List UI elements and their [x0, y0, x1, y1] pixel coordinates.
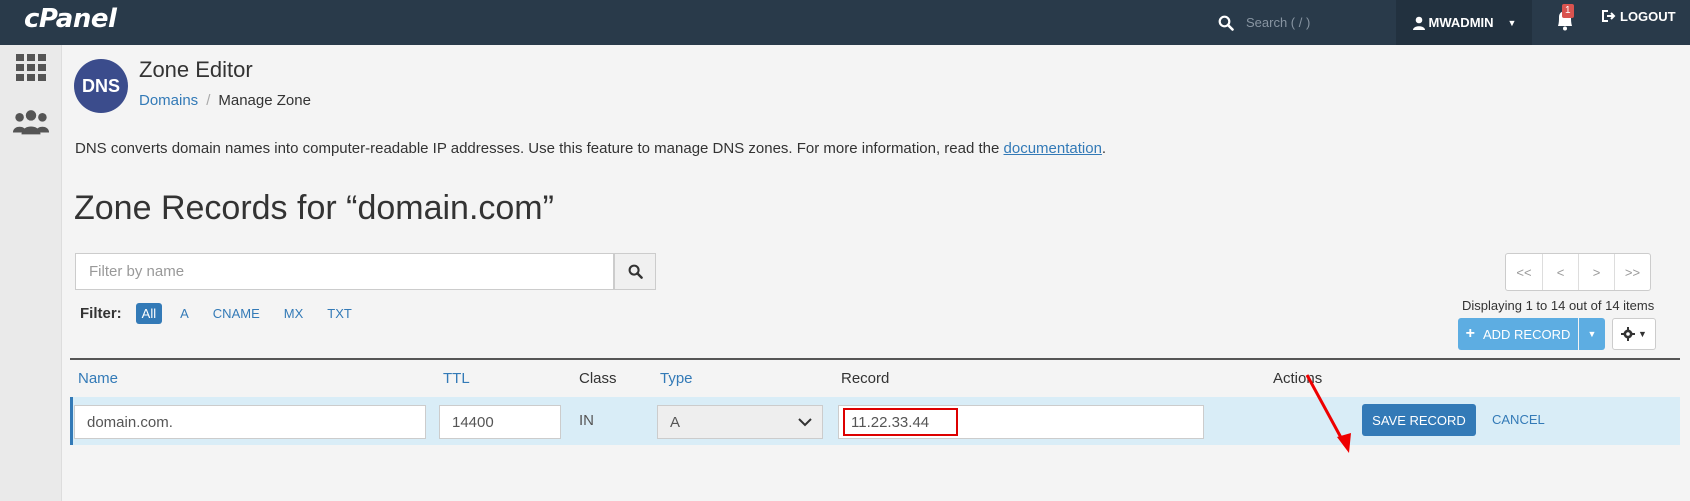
- caret-down-icon: ▼: [1638, 329, 1647, 339]
- username: MWADMIN: [1428, 15, 1494, 30]
- search-icon: [628, 264, 643, 279]
- filter-row: Filter: All A CNAME MX TXT: [80, 303, 370, 324]
- sidebar-item-home[interactable]: [12, 50, 50, 86]
- last-page-button[interactable]: >>: [1614, 254, 1650, 290]
- chevron-down-icon: [798, 418, 812, 427]
- top-navbar: cPanel MWADMIN ▼ 1 LOGOUT: [0, 0, 1690, 45]
- logout-icon: [1602, 10, 1616, 22]
- page-description: DNS converts domain names into computer-…: [75, 140, 1106, 157]
- notifications-button[interactable]: 1: [1548, 4, 1582, 38]
- description-text: DNS converts domain names into computer-…: [75, 140, 1004, 157]
- ttl-field[interactable]: [439, 405, 561, 439]
- pagination: << < > >>: [1505, 253, 1651, 291]
- dns-logo: DNS: [74, 59, 128, 113]
- plus-icon: +: [1465, 325, 1475, 342]
- filter-mx[interactable]: MX: [278, 303, 310, 324]
- add-record-button[interactable]: + ADD RECORD: [1458, 318, 1578, 350]
- filter-txt[interactable]: TXT: [321, 303, 358, 324]
- description-suffix: .: [1101, 140, 1107, 157]
- breadcrumb-domains[interactable]: Domains: [139, 92, 198, 109]
- prev-page-button[interactable]: <: [1542, 254, 1578, 290]
- column-name[interactable]: Name: [78, 370, 118, 387]
- breadcrumb-current: Manage Zone: [218, 92, 311, 109]
- cpanel-logo[interactable]: cPanel: [24, 4, 117, 34]
- record-field-wrapper: [838, 405, 1204, 439]
- filter-cname[interactable]: CNAME: [207, 303, 266, 324]
- settings-dropdown[interactable]: ▼: [1612, 318, 1656, 350]
- cancel-button[interactable]: CANCEL: [1492, 412, 1545, 427]
- logout-button[interactable]: LOGOUT: [1602, 0, 1676, 32]
- type-selected-value: A: [670, 413, 681, 431]
- table-row-edit: IN A SAVE RECORD CANCEL: [70, 397, 1680, 445]
- caret-down-icon: ▼: [1587, 329, 1597, 339]
- display-count: Displaying 1 to 14 out of 14 items: [1462, 298, 1655, 313]
- search-input[interactable]: [1246, 15, 1376, 30]
- highlight-box: [843, 408, 958, 436]
- column-record: Record: [841, 370, 890, 387]
- class-value: IN: [579, 412, 594, 429]
- breadcrumb-separator: /: [206, 92, 211, 109]
- table-header: Name TTL Class Type Record Actions: [70, 358, 1680, 397]
- users-icon: [12, 110, 50, 135]
- column-type[interactable]: Type: [660, 370, 693, 387]
- user-icon: [1412, 16, 1425, 30]
- filter-all[interactable]: All: [135, 303, 163, 324]
- first-page-button[interactable]: <<: [1506, 254, 1542, 290]
- add-record-label: ADD RECORD: [1482, 326, 1571, 342]
- grid-icon: [16, 54, 46, 81]
- user-menu[interactable]: MWADMIN ▼: [1396, 0, 1532, 45]
- logout-label: LOGOUT: [1620, 8, 1676, 24]
- search-area: [1218, 0, 1376, 45]
- page-title: Zone Editor: [139, 57, 253, 82]
- filter-by-name-input[interactable]: [76, 254, 613, 289]
- documentation-link[interactable]: documentation: [1004, 140, 1102, 157]
- search-icon: [1218, 15, 1234, 31]
- type-select[interactable]: A: [657, 405, 823, 439]
- add-record-dropdown[interactable]: ▼: [1579, 318, 1605, 350]
- sidebar-item-users[interactable]: [12, 105, 50, 141]
- filter-label: Filter:: [80, 305, 122, 322]
- annotation-arrow: [1305, 374, 1351, 453]
- filter-box: [75, 253, 614, 290]
- name-field[interactable]: [74, 405, 426, 439]
- notification-badge: 1: [1562, 4, 1574, 18]
- next-page-button[interactable]: >: [1578, 254, 1614, 290]
- dns-logo-text: DNS: [81, 75, 120, 96]
- column-ttl[interactable]: TTL: [443, 370, 470, 387]
- save-record-button[interactable]: SAVE RECORD: [1362, 404, 1476, 436]
- gear-icon: [1621, 327, 1636, 341]
- zone-records-title: Zone Records for “domain.com”: [74, 189, 554, 227]
- filter-a[interactable]: A: [174, 303, 195, 324]
- main-content: DNS Zone Editor Domains / Manage Zone DN…: [62, 45, 1690, 501]
- sidebar: [0, 45, 62, 501]
- filter-search-button[interactable]: [614, 253, 656, 290]
- breadcrumb: Domains / Manage Zone: [139, 92, 311, 109]
- column-class: Class: [579, 370, 617, 387]
- caret-down-icon: ▼: [1507, 17, 1517, 28]
